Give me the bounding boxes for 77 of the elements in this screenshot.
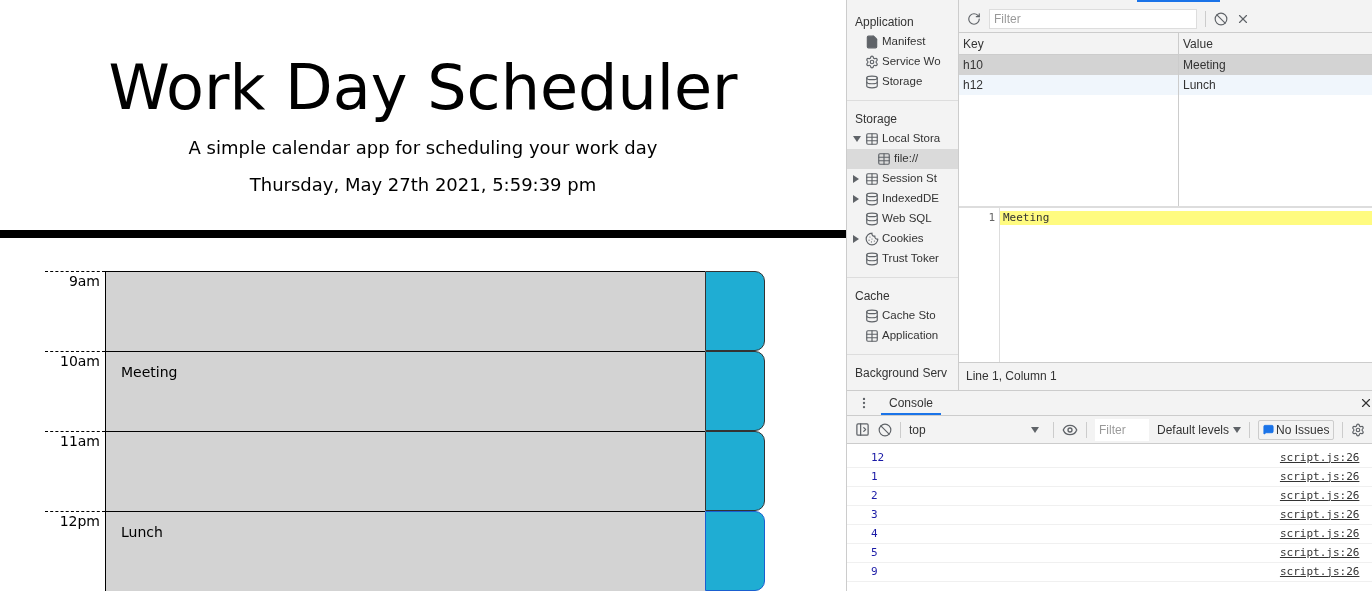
event-field[interactable]	[105, 431, 705, 511]
clear-icon[interactable]	[1214, 11, 1228, 26]
sidebar-toggle-icon[interactable]	[855, 422, 870, 437]
log-value: 9	[871, 563, 879, 580]
levels-dropdown[interactable]: Default levels	[1157, 420, 1242, 439]
sidebar-item-label: Cache Sto	[882, 308, 936, 324]
status-bar: Line 1, Column 1	[959, 362, 1372, 390]
database-icon	[865, 252, 879, 266]
sidebar-heading: Cache	[854, 288, 891, 305]
current-date: Thursday, May 27th 2021, 5:59:39 pm	[249, 173, 597, 197]
sidebar-item-label: Trust Toker	[882, 251, 939, 267]
table-icon	[865, 172, 879, 186]
filter-field[interactable]: Filter	[989, 8, 1197, 29]
sidebar-item-label: Cookies	[882, 231, 924, 247]
log-value: 5	[871, 544, 879, 561]
table-cell-text: Lunch	[1182, 77, 1217, 94]
line-number: 1	[987, 211, 996, 225]
clear-icon[interactable]	[878, 422, 892, 437]
sidebar-item-label: Session St	[882, 171, 937, 187]
file-icon	[865, 35, 879, 49]
sidebar-item-label: Service Wo	[882, 54, 941, 70]
table-row[interactable]: h10 Meeting	[959, 55, 1372, 75]
table-icon	[865, 132, 879, 146]
table-cell-text: Meeting	[1182, 57, 1227, 74]
log-value: 4	[871, 525, 879, 542]
context-dropdown[interactable]: top	[909, 420, 1045, 439]
log-value: 2	[871, 487, 879, 504]
sidebar-item-label: Application	[882, 328, 939, 344]
event-field[interactable]: Meeting	[105, 351, 705, 431]
sidebar-item-label: Local Stora	[882, 131, 941, 147]
page-subtitle: A simple calendar app for scheduling your work day	[188, 136, 658, 160]
close-icon[interactable]	[1359, 396, 1372, 410]
message-icon	[1263, 424, 1275, 435]
expanded-arrow-icon[interactable]	[853, 136, 861, 142]
settings-icon[interactable]	[1351, 422, 1366, 437]
source-link[interactable]: script.js:26	[1279, 449, 1360, 467]
source-link[interactable]: script.js:26	[1279, 468, 1360, 486]
table-cell: h12	[959, 75, 1179, 95]
database-icon	[865, 212, 879, 226]
gear-icon	[865, 55, 879, 69]
collapsed-arrow-icon[interactable]	[853, 235, 859, 243]
issues-button[interactable]: No Issues	[1258, 419, 1335, 440]
source-link[interactable]: script.js:26	[1279, 487, 1360, 505]
source-link[interactable]: script.js:26	[1279, 506, 1360, 524]
log-value: 3	[871, 506, 879, 523]
sidebar-heading: Background Serv	[854, 365, 949, 382]
table-icon	[865, 329, 879, 343]
database-icon	[865, 75, 879, 89]
source-link[interactable]: script.js:26	[1279, 544, 1360, 562]
table-icon	[877, 152, 891, 166]
database-icon	[865, 309, 879, 323]
sidebar-heading: Storage	[854, 111, 899, 128]
sidebar-item-label: Manifest	[882, 34, 926, 50]
source-link[interactable]: script.js:26	[1279, 525, 1360, 543]
table-row[interactable]: h12 Lunch	[959, 75, 1372, 95]
event-field[interactable]	[105, 271, 705, 351]
save-button[interactable]	[705, 271, 765, 351]
refresh-icon[interactable]	[967, 11, 981, 26]
sidebar-item-label: IndexedDE	[882, 191, 939, 207]
sidebar-heading: Application	[854, 14, 915, 31]
sidebar-item-label: file://	[894, 151, 919, 167]
collapsed-arrow-icon[interactable]	[853, 175, 859, 183]
collapsed-arrow-icon[interactable]	[853, 195, 859, 203]
cookie-icon	[865, 232, 879, 246]
column-header[interactable]: Value	[1179, 33, 1372, 54]
source-link[interactable]: script.js:26	[1279, 563, 1360, 581]
column-header[interactable]: Key	[959, 33, 1179, 54]
save-button[interactable]	[705, 431, 765, 511]
save-button[interactable]	[705, 351, 765, 431]
database-icon	[865, 192, 879, 206]
log-value: 1	[871, 468, 879, 485]
console-filter-field[interactable]: Filter	[1095, 418, 1149, 441]
event-field[interactable]: Lunch	[105, 511, 705, 591]
log-value: 12	[871, 449, 886, 466]
sidebar-item-label: Storage	[882, 74, 923, 90]
sidebar-item-label: Web SQL	[882, 211, 932, 227]
page-title: Work Day Scheduler	[108, 50, 738, 126]
